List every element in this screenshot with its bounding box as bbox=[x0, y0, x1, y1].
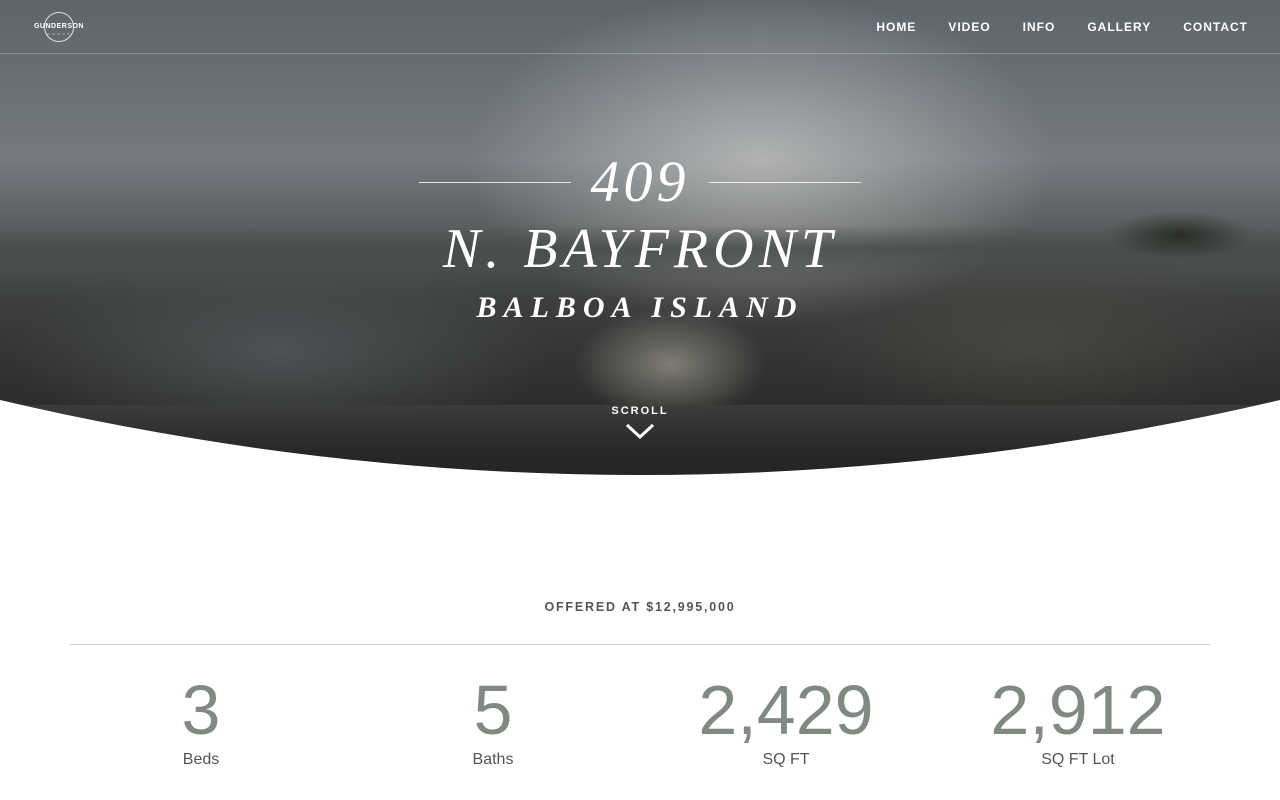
top-navigation-bar: GUNDERSON G R O U P HOME VIDEO INFO GALL… bbox=[0, 0, 1280, 54]
logo-subtext: G R O U P bbox=[47, 32, 71, 36]
stat-label: SQ FT Lot bbox=[1041, 751, 1115, 768]
stat-sqft: 2,429 SQ FT bbox=[666, 670, 906, 770]
stat-label: Beds bbox=[182, 751, 220, 768]
nav-home[interactable]: HOME bbox=[876, 20, 916, 34]
stat-baths: 5 Baths bbox=[373, 670, 613, 770]
hero-trees bbox=[1100, 200, 1280, 270]
stat-beds: 3 Beds bbox=[81, 670, 321, 770]
site-logo[interactable]: GUNDERSON G R O U P bbox=[33, 12, 85, 44]
hero-street-name: N. BAYFRONT bbox=[442, 218, 838, 280]
main-nav: HOME VIDEO INFO GALLERY CONTACT bbox=[844, 20, 1248, 34]
chevron-down-icon bbox=[625, 423, 655, 439]
stat-value: 2,912 bbox=[990, 671, 1166, 749]
nav-info[interactable]: INFO bbox=[1023, 20, 1056, 34]
hero-area-name: BALBOA ISLAND bbox=[476, 291, 804, 324]
stat-label: Baths bbox=[472, 751, 514, 768]
section-divider bbox=[70, 644, 1210, 645]
nav-contact[interactable]: CONTACT bbox=[1183, 20, 1248, 34]
hero-number-block: 409 bbox=[418, 150, 862, 214]
hero-street-number: 409 bbox=[590, 149, 690, 214]
nav-gallery[interactable]: GALLERY bbox=[1087, 20, 1151, 34]
stat-value: 5 bbox=[473, 671, 513, 749]
scroll-label: SCROLL bbox=[611, 405, 669, 417]
logo-wordmark: GUNDERSON bbox=[33, 23, 84, 30]
stat-lot-sqft: 2,912 SQ FT Lot bbox=[958, 670, 1198, 770]
price-label: OFFERED AT $12,995,000 bbox=[544, 600, 736, 614]
stat-value: 3 bbox=[181, 671, 221, 749]
nav-video[interactable]: VIDEO bbox=[948, 20, 990, 34]
stat-label: SQ FT bbox=[762, 751, 810, 768]
scroll-button[interactable]: SCROLL bbox=[590, 405, 690, 439]
stat-value: 2,429 bbox=[698, 671, 874, 749]
